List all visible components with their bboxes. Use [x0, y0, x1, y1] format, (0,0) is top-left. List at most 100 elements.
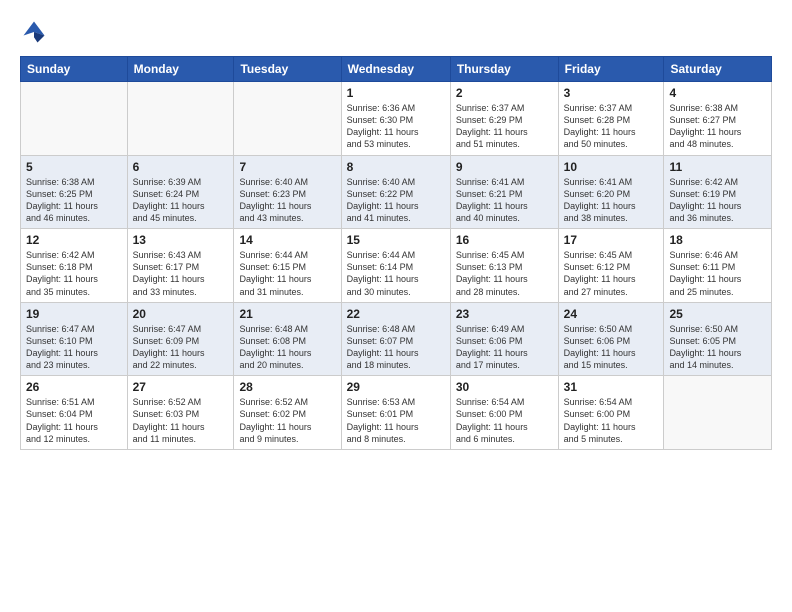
day-number: 22 [347, 307, 445, 321]
day-cell: 26Sunrise: 6:51 AM Sunset: 6:04 PM Dayli… [21, 376, 128, 450]
day-cell: 6 Sunrise: 6:39 AM Sunset: 6:24 PM Daylig… [127, 155, 234, 229]
day-number: 10 [564, 160, 659, 174]
day-cell: 8 Sunrise: 6:40 AM Sunset: 6:22 PM Daylig… [341, 155, 450, 229]
day-info: Sunrise: 6:37 AM Sunset: 6:28 PM Dayligh… [564, 102, 659, 151]
day-cell [664, 376, 772, 450]
day-info: Sunrise: 6:50 AM Sunset: 6:06 PM Dayligh… [564, 323, 659, 372]
day-number: 13 [133, 233, 229, 247]
day-number: 5 [26, 160, 122, 174]
day-info: Sunrise: 6:38 AM Sunset: 6:27 PM Dayligh… [669, 102, 766, 151]
week-row-2: 12 Sunrise: 6:42 AM Sunset: 6:18 PM Dayli… [21, 229, 772, 303]
day-number: 25 [669, 307, 766, 321]
day-info: Sunrise: 6:47 AM Sunset: 6:09 PM Dayligh… [133, 323, 229, 372]
day-cell: 21 Sunrise: 6:48 AM Sunset: 6:08 PM Dayli… [234, 302, 341, 376]
col-header-tuesday: Tuesday [234, 57, 341, 82]
day-number: 21 [239, 307, 335, 321]
day-info: Sunrise: 6:42 AM Sunset: 6:19 PM Dayligh… [669, 176, 766, 225]
day-cell: 5 Sunrise: 6:38 AM Sunset: 6:25 PM Daylig… [21, 155, 128, 229]
day-cell: 31Sunrise: 6:54 AM Sunset: 6:00 PM Dayli… [558, 376, 664, 450]
day-info: Sunrise: 6:52 AM Sunset: 6:03 PM Dayligh… [133, 396, 229, 445]
day-cell: 9Sunrise: 6:41 AM Sunset: 6:21 PM Daylig… [450, 155, 558, 229]
day-info: Sunrise: 6:41 AM Sunset: 6:20 PM Dayligh… [564, 176, 659, 225]
col-header-wednesday: Wednesday [341, 57, 450, 82]
logo [20, 18, 52, 46]
day-cell: 15 Sunrise: 6:44 AM Sunset: 6:14 PM Dayli… [341, 229, 450, 303]
logo-icon [20, 18, 48, 46]
day-info: Sunrise: 6:43 AM Sunset: 6:17 PM Dayligh… [133, 249, 229, 298]
day-info: Sunrise: 6:40 AM Sunset: 6:22 PM Dayligh… [347, 176, 445, 225]
day-number: 17 [564, 233, 659, 247]
day-cell: 25 Sunrise: 6:50 AM Sunset: 6:05 PM Dayli… [664, 302, 772, 376]
day-number: 3 [564, 86, 659, 100]
day-info: Sunrise: 6:54 AM Sunset: 6:00 PM Dayligh… [564, 396, 659, 445]
day-cell: 2 Sunrise: 6:37 AM Sunset: 6:29 PM Daylig… [450, 82, 558, 156]
day-number: 15 [347, 233, 445, 247]
day-number: 19 [26, 307, 122, 321]
day-cell: 24 Sunrise: 6:50 AM Sunset: 6:06 PM Dayli… [558, 302, 664, 376]
day-number: 2 [456, 86, 553, 100]
day-number: 18 [669, 233, 766, 247]
week-row-0: 1Sunrise: 6:36 AM Sunset: 6:30 PM Daylig… [21, 82, 772, 156]
day-cell [127, 82, 234, 156]
col-header-thursday: Thursday [450, 57, 558, 82]
day-cell [21, 82, 128, 156]
day-cell: 13 Sunrise: 6:43 AM Sunset: 6:17 PM Dayli… [127, 229, 234, 303]
week-row-4: 26Sunrise: 6:51 AM Sunset: 6:04 PM Dayli… [21, 376, 772, 450]
day-cell [234, 82, 341, 156]
day-cell: 30Sunrise: 6:54 AM Sunset: 6:00 PM Dayli… [450, 376, 558, 450]
day-cell: 3 Sunrise: 6:37 AM Sunset: 6:28 PM Daylig… [558, 82, 664, 156]
day-info: Sunrise: 6:48 AM Sunset: 6:08 PM Dayligh… [239, 323, 335, 372]
day-cell: 16 Sunrise: 6:45 AM Sunset: 6:13 PM Dayli… [450, 229, 558, 303]
day-number: 14 [239, 233, 335, 247]
day-cell: 14 Sunrise: 6:44 AM Sunset: 6:15 PM Dayli… [234, 229, 341, 303]
day-cell: 19 Sunrise: 6:47 AM Sunset: 6:10 PM Dayli… [21, 302, 128, 376]
day-cell: 18Sunrise: 6:46 AM Sunset: 6:11 PM Dayli… [664, 229, 772, 303]
day-cell: 10 Sunrise: 6:41 AM Sunset: 6:20 PM Dayli… [558, 155, 664, 229]
day-number: 29 [347, 380, 445, 394]
day-info: Sunrise: 6:39 AM Sunset: 6:24 PM Dayligh… [133, 176, 229, 225]
day-info: Sunrise: 6:44 AM Sunset: 6:14 PM Dayligh… [347, 249, 445, 298]
page: SundayMondayTuesdayWednesdayThursdayFrid… [0, 0, 792, 612]
day-number: 24 [564, 307, 659, 321]
header [20, 18, 772, 46]
day-cell: 1Sunrise: 6:36 AM Sunset: 6:30 PM Daylig… [341, 82, 450, 156]
day-info: Sunrise: 6:38 AM Sunset: 6:25 PM Dayligh… [26, 176, 122, 225]
day-cell: 28 Sunrise: 6:52 AM Sunset: 6:02 PM Dayli… [234, 376, 341, 450]
day-cell: 20 Sunrise: 6:47 AM Sunset: 6:09 PM Dayli… [127, 302, 234, 376]
calendar-header-row: SundayMondayTuesdayWednesdayThursdayFrid… [21, 57, 772, 82]
day-info: Sunrise: 6:47 AM Sunset: 6:10 PM Dayligh… [26, 323, 122, 372]
day-cell: 7Sunrise: 6:40 AM Sunset: 6:23 PM Daylig… [234, 155, 341, 229]
day-info: Sunrise: 6:52 AM Sunset: 6:02 PM Dayligh… [239, 396, 335, 445]
day-number: 26 [26, 380, 122, 394]
calendar: SundayMondayTuesdayWednesdayThursdayFrid… [20, 56, 772, 450]
day-number: 8 [347, 160, 445, 174]
day-cell: 12 Sunrise: 6:42 AM Sunset: 6:18 PM Dayli… [21, 229, 128, 303]
day-cell: 29 Sunrise: 6:53 AM Sunset: 6:01 PM Dayli… [341, 376, 450, 450]
day-cell: 17 Sunrise: 6:45 AM Sunset: 6:12 PM Dayli… [558, 229, 664, 303]
day-number: 9 [456, 160, 553, 174]
day-number: 11 [669, 160, 766, 174]
day-cell: 22 Sunrise: 6:48 AM Sunset: 6:07 PM Dayli… [341, 302, 450, 376]
day-number: 27 [133, 380, 229, 394]
day-cell: 11 Sunrise: 6:42 AM Sunset: 6:19 PM Dayli… [664, 155, 772, 229]
day-info: Sunrise: 6:44 AM Sunset: 6:15 PM Dayligh… [239, 249, 335, 298]
day-number: 4 [669, 86, 766, 100]
day-info: Sunrise: 6:37 AM Sunset: 6:29 PM Dayligh… [456, 102, 553, 151]
day-info: Sunrise: 6:50 AM Sunset: 6:05 PM Dayligh… [669, 323, 766, 372]
day-info: Sunrise: 6:36 AM Sunset: 6:30 PM Dayligh… [347, 102, 445, 151]
col-header-friday: Friday [558, 57, 664, 82]
day-number: 12 [26, 233, 122, 247]
week-row-3: 19 Sunrise: 6:47 AM Sunset: 6:10 PM Dayli… [21, 302, 772, 376]
day-number: 20 [133, 307, 229, 321]
day-info: Sunrise: 6:42 AM Sunset: 6:18 PM Dayligh… [26, 249, 122, 298]
day-number: 28 [239, 380, 335, 394]
day-info: Sunrise: 6:45 AM Sunset: 6:13 PM Dayligh… [456, 249, 553, 298]
day-number: 16 [456, 233, 553, 247]
col-header-saturday: Saturday [664, 57, 772, 82]
day-info: Sunrise: 6:45 AM Sunset: 6:12 PM Dayligh… [564, 249, 659, 298]
col-header-monday: Monday [127, 57, 234, 82]
day-info: Sunrise: 6:48 AM Sunset: 6:07 PM Dayligh… [347, 323, 445, 372]
day-number: 6 [133, 160, 229, 174]
day-info: Sunrise: 6:54 AM Sunset: 6:00 PM Dayligh… [456, 396, 553, 445]
day-info: Sunrise: 6:53 AM Sunset: 6:01 PM Dayligh… [347, 396, 445, 445]
